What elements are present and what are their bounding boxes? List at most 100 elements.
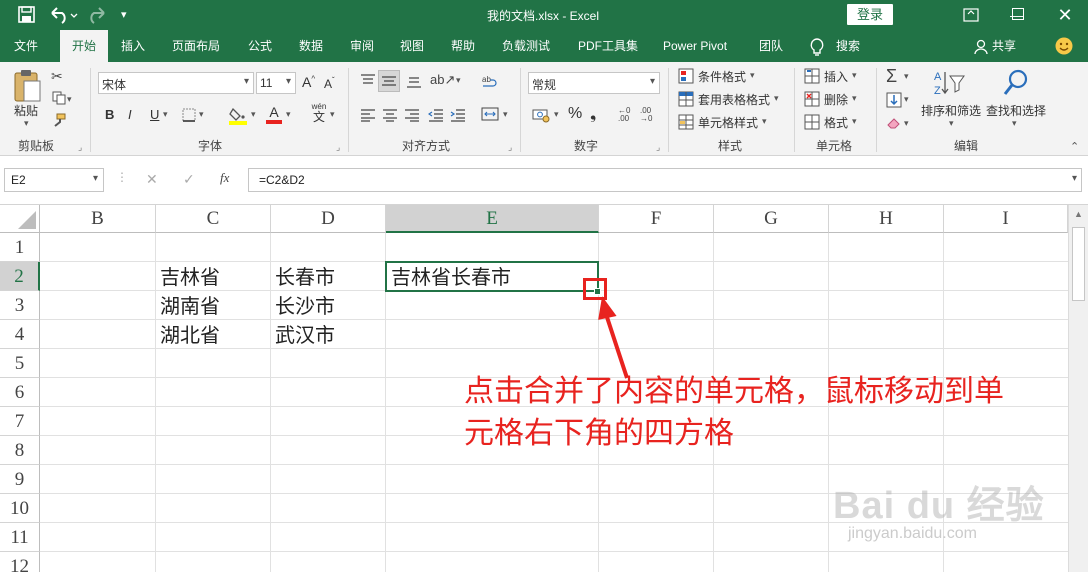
insert-function-icon[interactable]: fx — [220, 170, 229, 186]
smiley-icon[interactable] — [1055, 37, 1073, 60]
align-right-icon[interactable] — [404, 108, 420, 127]
cell-d2[interactable]: 长春市 — [275, 264, 335, 292]
paste-button[interactable]: 粘贴 — [14, 102, 38, 119]
cell-c4[interactable]: 湖北省 — [160, 322, 220, 350]
row-header-9[interactable]: 9 — [0, 465, 40, 494]
redo-icon[interactable] — [84, 4, 114, 26]
vertical-scrollbar[interactable]: ▲ — [1068, 205, 1088, 572]
selected-cell-e2[interactable]: 吉林省长春市 — [385, 261, 599, 292]
expand-formula-icon[interactable]: ▾ — [1072, 173, 1077, 184]
format-cells-icon[interactable] — [804, 114, 820, 135]
phonetic-dropdown-icon[interactable]: ▾ — [330, 109, 335, 120]
borders-icon[interactable] — [182, 108, 196, 127]
orientation-icon[interactable]: ab↗ — [430, 72, 455, 88]
row-header-7[interactable]: 7 — [0, 407, 40, 436]
cell-d3[interactable]: 长沙市 — [275, 293, 335, 321]
column-header-f[interactable]: F — [599, 205, 714, 233]
autosum-icon[interactable]: Σ — [886, 66, 897, 87]
cell-styles-button[interactable]: 单元格样式 — [698, 114, 758, 131]
cut-icon[interactable]: ✂ — [51, 68, 63, 84]
align-center-icon[interactable] — [382, 108, 398, 127]
scroll-up-icon[interactable]: ▲ — [1074, 209, 1083, 219]
row-header-8[interactable]: 8 — [0, 436, 40, 465]
underline-dropdown-icon[interactable]: ▾ — [163, 109, 168, 120]
number-format-dropdown-icon[interactable]: ▾ — [650, 76, 655, 87]
font-color-icon[interactable]: A — [266, 104, 282, 124]
underline-button[interactable]: U — [150, 107, 159, 122]
accounting-dropdown-icon[interactable]: ▾ — [554, 109, 559, 120]
tab-load-test[interactable]: 负载测试 — [502, 30, 550, 62]
name-box[interactable]: E2 ▾ — [4, 168, 104, 192]
clear-dropdown-icon[interactable]: ▾ — [904, 118, 909, 129]
autosum-dropdown-icon[interactable]: ▾ — [904, 71, 909, 82]
fill-color-icon[interactable] — [229, 106, 247, 131]
fill-icon[interactable] — [886, 92, 902, 113]
tab-page-layout[interactable]: 页面布局 — [172, 30, 220, 62]
number-format-combo[interactable]: 常规 ▾ — [528, 72, 660, 94]
tab-power-pivot[interactable]: Power Pivot — [663, 30, 727, 62]
copy-dropdown-icon[interactable]: ▾ — [67, 94, 72, 105]
copy-icon[interactable] — [52, 91, 66, 110]
row-header-3[interactable]: 3 — [0, 291, 40, 320]
paste-dropdown-icon[interactable]: ▾ — [24, 118, 29, 129]
align-left-icon[interactable] — [360, 108, 376, 127]
save-icon[interactable] — [18, 6, 35, 23]
percent-button[interactable]: % — [568, 105, 582, 123]
decrease-decimal-icon[interactable]: .00 →0 — [640, 107, 652, 123]
align-bottom-icon[interactable] — [406, 74, 422, 93]
tab-review[interactable]: 审阅 — [350, 30, 374, 62]
font-size-combo[interactable]: 11 ▾ — [256, 72, 296, 94]
scrollbar-thumb[interactable] — [1072, 227, 1085, 301]
format-cells-dropdown-icon[interactable]: ▾ — [852, 116, 857, 127]
conditional-format-icon[interactable] — [678, 68, 694, 89]
delete-cells-dropdown-icon[interactable]: ▾ — [852, 93, 857, 104]
sort-filter-dropdown-icon[interactable]: ▾ — [949, 118, 954, 129]
format-as-table-icon[interactable] — [678, 91, 694, 112]
fill-dropdown-icon[interactable]: ▾ — [904, 94, 909, 105]
format-as-table-button[interactable]: 套用表格格式 — [698, 91, 770, 108]
tab-data[interactable]: 数据 — [299, 30, 323, 62]
phonetic-icon[interactable]: wén 文 — [308, 102, 330, 123]
column-header-c[interactable]: C — [156, 205, 271, 233]
increase-indent-icon[interactable] — [450, 108, 466, 127]
format-cells-button[interactable]: 格式 — [824, 114, 848, 131]
sort-filter-icon[interactable]: AZ — [932, 68, 966, 103]
fill-color-dropdown-icon[interactable]: ▾ — [251, 109, 256, 120]
share-button[interactable]: 共享 — [992, 30, 1016, 62]
alignment-launcher-icon[interactable]: ⌟ — [508, 142, 512, 153]
ribbon-display-icon[interactable] — [948, 0, 994, 30]
align-middle-icon[interactable] — [378, 70, 400, 92]
font-name-combo[interactable]: 宋体 ▾ — [98, 72, 254, 94]
tab-file[interactable]: 文件 — [14, 30, 38, 62]
row-header-12[interactable]: 12 — [0, 552, 40, 572]
tab-home[interactable]: 开始 — [60, 30, 108, 62]
row-header-6[interactable]: 6 — [0, 378, 40, 407]
row-header-11[interactable]: 11 — [0, 523, 40, 552]
cancel-icon[interactable]: ✕ — [146, 171, 158, 188]
font-name-dropdown-icon[interactable]: ▾ — [244, 76, 249, 87]
tab-view[interactable]: 视图 — [400, 30, 424, 62]
person-icon[interactable] — [974, 39, 988, 60]
row-header-10[interactable]: 10 — [0, 494, 40, 523]
increase-font-icon[interactable]: A^ — [302, 74, 315, 90]
find-select-dropdown-icon[interactable]: ▾ — [1012, 118, 1017, 129]
find-select-button[interactable]: 查找和选择 — [986, 102, 1046, 119]
bold-button[interactable]: B — [105, 107, 114, 122]
insert-cells-button[interactable]: 插入 — [824, 68, 848, 85]
tab-insert[interactable]: 插入 — [121, 30, 145, 62]
paste-icon[interactable] — [12, 68, 42, 104]
close-icon[interactable]: ✕ — [1042, 0, 1088, 30]
borders-dropdown-icon[interactable]: ▾ — [199, 109, 204, 120]
collapse-ribbon-icon[interactable]: ⌃ — [1070, 140, 1079, 153]
merge-dropdown-icon[interactable]: ▾ — [503, 109, 508, 120]
lightbulb-icon[interactable] — [810, 38, 824, 61]
find-select-icon[interactable] — [1002, 68, 1030, 103]
merge-center-icon[interactable] — [481, 106, 499, 127]
decrease-indent-icon[interactable] — [427, 108, 444, 127]
comma-style-icon[interactable]: ❟ — [590, 106, 596, 124]
number-launcher-icon[interactable]: ⌟ — [656, 142, 660, 153]
increase-decimal-icon[interactable]: ←0.00 — [618, 107, 630, 123]
font-launcher-icon[interactable]: ⌟ — [336, 142, 340, 153]
cell-c3[interactable]: 湖南省 — [160, 293, 220, 321]
customize-qat-icon[interactable]: ▾ — [121, 8, 127, 21]
